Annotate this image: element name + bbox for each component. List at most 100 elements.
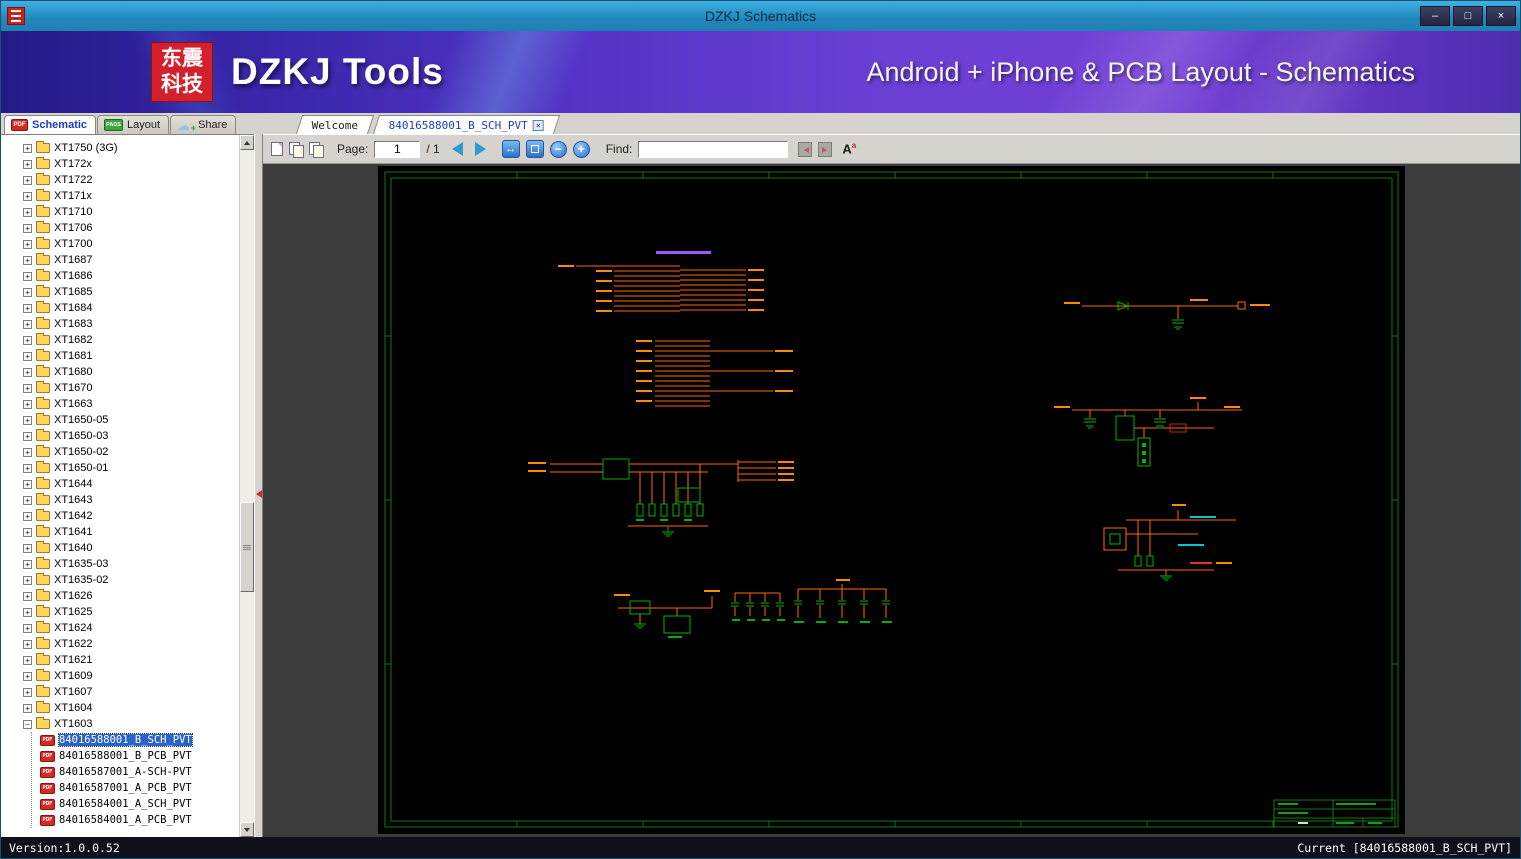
maximize-button[interactable]: □ <box>1453 6 1483 26</box>
expand-icon[interactable]: + <box>23 431 32 441</box>
scrollbar-thumb[interactable] <box>240 502 254 592</box>
expand-icon[interactable]: + <box>23 367 32 377</box>
find-input[interactable] <box>638 140 789 158</box>
expand-icon[interactable]: + <box>23 623 32 633</box>
tree-folder-xt1683[interactable]: + XT1683 <box>1 316 239 332</box>
minimize-button[interactable]: – <box>1420 6 1450 26</box>
tree-folder-xt1681[interactable]: + XT1681 <box>1 348 239 364</box>
close-button[interactable]: × <box>1486 6 1516 26</box>
tree-folder-xt1643[interactable]: + XT1643 <box>1 492 239 508</box>
tree-file[interactable]: PDF 84016584001_A_SCH_PVT <box>32 796 239 812</box>
tree-file[interactable]: PDF 84016584001_A_PCB_PVT <box>32 812 239 828</box>
expand-icon[interactable]: + <box>23 479 32 489</box>
expand-icon[interactable]: + <box>23 607 32 617</box>
tree-file[interactable]: PDF 84016588001_B_SCH_PVT <box>32 732 239 748</box>
close-tab-icon[interactable]: × <box>532 119 544 131</box>
expand-icon[interactable]: + <box>23 223 32 233</box>
tree-folder-xt1603[interactable]: − XT1603 <box>1 716 239 732</box>
doc-tab-document[interactable]: 84016588001_B_SCH_PVT × <box>372 115 560 134</box>
expand-icon[interactable]: + <box>23 255 32 265</box>
page-icon[interactable] <box>271 142 283 156</box>
tree-folder-xt1670[interactable]: + XT1670 <box>1 380 239 396</box>
tree-folder-xt1684[interactable]: + XT1684 <box>1 300 239 316</box>
find-next-icon[interactable] <box>818 141 833 157</box>
tree-folder-xt1642[interactable]: + XT1642 <box>1 508 239 524</box>
find-previous-icon[interactable] <box>798 141 813 157</box>
expand-icon[interactable]: + <box>23 175 32 185</box>
tree-folder-xt1640[interactable]: + XT1640 <box>1 540 239 556</box>
expand-icon[interactable]: + <box>23 687 32 697</box>
expand-icon[interactable]: + <box>23 143 32 153</box>
tree-folder-xt1680[interactable]: + XT1680 <box>1 364 239 380</box>
tree-folder-xt1635-03[interactable]: + XT1635-03 <box>1 556 239 572</box>
tree-file[interactable]: PDF 84016587001_A_PCB_PVT <box>32 780 239 796</box>
tree-folder-xt1622[interactable]: + XT1622 <box>1 636 239 652</box>
cascade-pages-icon[interactable] <box>309 142 324 158</box>
schematic-page[interactable] <box>378 166 1405 834</box>
titlebar[interactable]: DZKJ Schematics – □ × <box>1 1 1520 31</box>
tree-folder-xt1750-3g-[interactable]: + XT1750 (3G) <box>1 140 239 156</box>
tree-folder-xt1607[interactable]: + XT1607 <box>1 684 239 700</box>
collapse-icon[interactable]: − <box>23 719 32 729</box>
tab-schematic[interactable]: PDF Schematic <box>4 115 97 134</box>
scroll-up-button[interactable] <box>240 135 254 150</box>
tree-folder-xt1644[interactable]: + XT1644 <box>1 476 239 492</box>
expand-icon[interactable]: + <box>23 575 32 585</box>
expand-icon[interactable]: + <box>23 511 32 521</box>
tree-folder-xt1700[interactable]: + XT1700 <box>1 236 239 252</box>
tree-folder-xt1626[interactable]: + XT1626 <box>1 588 239 604</box>
tree-folder-xt1687[interactable]: + XT1687 <box>1 252 239 268</box>
expand-icon[interactable]: + <box>23 463 32 473</box>
tree-folder-xt1650-02[interactable]: + XT1650-02 <box>1 444 239 460</box>
expand-icon[interactable]: + <box>23 527 32 537</box>
expand-icon[interactable]: + <box>23 543 32 553</box>
doc-tab-welcome[interactable]: Welcome <box>296 115 375 134</box>
scroll-down-button[interactable] <box>240 822 254 837</box>
expand-icon[interactable]: + <box>23 207 32 217</box>
expand-icon[interactable]: + <box>23 191 32 201</box>
tree-folder-xt1663[interactable]: + XT1663 <box>1 396 239 412</box>
copy-page-icon[interactable] <box>289 142 304 158</box>
tree-file[interactable]: PDF 84016587001_A-SCH-PVT <box>32 764 239 780</box>
tree-folder-xt1722[interactable]: + XT1722 <box>1 172 239 188</box>
expand-icon[interactable]: + <box>23 287 32 297</box>
tree-folder-xt1609[interactable]: + XT1609 <box>1 668 239 684</box>
tree-folder-xt1624[interactable]: + XT1624 <box>1 620 239 636</box>
tree-folder-xt171x[interactable]: + XT171x <box>1 188 239 204</box>
expand-icon[interactable]: + <box>23 591 32 601</box>
expand-icon[interactable]: + <box>23 351 32 361</box>
sidebar-scrollbar[interactable] <box>239 135 254 837</box>
previous-page-icon[interactable] <box>451 142 463 156</box>
expand-icon[interactable]: + <box>23 319 32 329</box>
expand-icon[interactable]: + <box>23 159 32 169</box>
expand-icon[interactable]: + <box>23 303 32 313</box>
tree-folder-xt1650-03[interactable]: + XT1650-03 <box>1 428 239 444</box>
expand-icon[interactable]: + <box>23 495 32 505</box>
expand-icon[interactable]: + <box>23 671 32 681</box>
fit-width-icon[interactable]: ↔ <box>501 140 520 158</box>
expand-icon[interactable]: + <box>23 239 32 249</box>
tree-folder-xt1604[interactable]: + XT1604 <box>1 700 239 716</box>
tree-folder-xt1625[interactable]: + XT1625 <box>1 604 239 620</box>
expand-icon[interactable]: + <box>23 447 32 457</box>
expand-icon[interactable]: + <box>23 271 32 281</box>
tree-folder-xt1641[interactable]: + XT1641 <box>1 524 239 540</box>
tree-folder-xt172x[interactable]: + XT172x <box>1 156 239 172</box>
zoom-out-icon[interactable]: − <box>549 140 567 158</box>
tree-folder-xt1686[interactable]: + XT1686 <box>1 268 239 284</box>
tab-layout[interactable]: PADS Layout <box>97 115 170 134</box>
tree-folder-xt1682[interactable]: + XT1682 <box>1 332 239 348</box>
zoom-in-icon[interactable]: + <box>572 140 590 158</box>
font-size-icon[interactable]: Aa <box>842 141 856 156</box>
expand-icon[interactable]: + <box>23 655 32 665</box>
tree-folder-xt1685[interactable]: + XT1685 <box>1 284 239 300</box>
collapse-sidebar-icon[interactable] <box>256 490 262 498</box>
tab-share[interactable]: ☁ + Share <box>170 115 237 134</box>
next-page-icon[interactable] <box>474 142 486 156</box>
expand-icon[interactable]: + <box>23 383 32 393</box>
sidebar-splitter[interactable] <box>254 134 263 837</box>
tree-folder-xt1650-01[interactable]: + XT1650-01 <box>1 460 239 476</box>
tree-folder-xt1710[interactable]: + XT1710 <box>1 204 239 220</box>
tree-folder-xt1650-05[interactable]: + XT1650-05 <box>1 412 239 428</box>
scrollbar-track[interactable] <box>240 150 254 822</box>
